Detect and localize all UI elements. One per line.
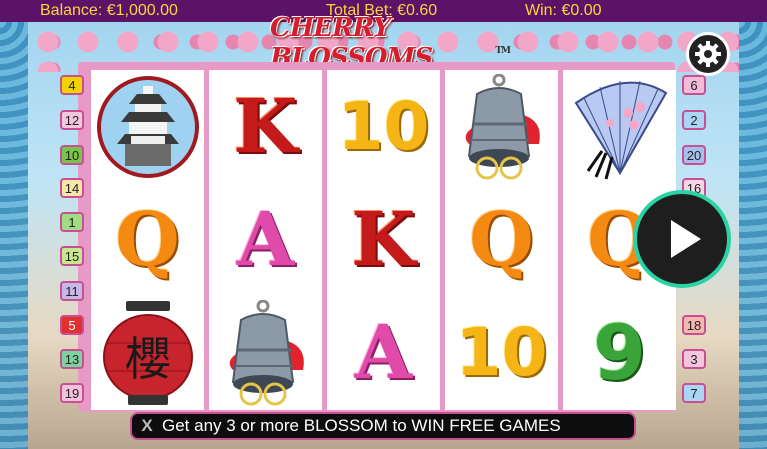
payline-badge[interactable]: 15 [60, 246, 84, 266]
bell-symbol [445, 70, 558, 183]
payline-badge[interactable]: 5 [60, 315, 84, 335]
payline-badge[interactable]: 20 [682, 145, 706, 165]
payline-badge[interactable]: 18 [682, 315, 706, 335]
symbol-a: A [354, 309, 413, 396]
fan-symbol [563, 70, 676, 183]
payline-badge[interactable]: 6 [682, 75, 706, 95]
reel-symbol: A [327, 296, 440, 409]
trademark-label: TM [495, 46, 511, 56]
payline-badge[interactable]: 12 [60, 110, 84, 130]
bell-icon [465, 73, 540, 179]
reel-symbol: Q [91, 183, 204, 296]
fan-icon [574, 80, 667, 179]
reel-symbol: Q [445, 183, 558, 296]
symbol-10: 10 [337, 87, 430, 165]
reel-1: Q 櫻 [91, 70, 204, 410]
symbol-q: Q [469, 196, 534, 283]
reel-symbol: A [209, 183, 322, 296]
symbol-k: K [233, 83, 298, 170]
play-icon [671, 220, 701, 258]
reel-symbol: 10 [445, 296, 558, 409]
payline-badge[interactable]: 14 [60, 178, 84, 198]
symbol-9: 9 [593, 307, 646, 397]
payline-badge[interactable]: 7 [682, 383, 706, 403]
lantern-symbol: 櫻 [91, 296, 204, 409]
payline-badge[interactable]: 19 [60, 383, 84, 403]
payline-badge[interactable]: 11 [60, 281, 84, 301]
info-message-bar: X Get any 3 or more BLOSSOM to WIN FREE … [130, 412, 636, 440]
win-label: Win: €0.00 [525, 2, 602, 19]
info-message-text: Get any 3 or more BLOSSOM to WIN FREE GA… [162, 416, 561, 435]
symbol-a: A [236, 196, 295, 283]
payline-badge[interactable]: 4 [60, 75, 84, 95]
castle-symbol [91, 70, 204, 183]
payline-badge[interactable]: 13 [60, 349, 84, 369]
castle-icon [96, 75, 199, 178]
spin-button[interactable] [633, 190, 731, 288]
close-message-button[interactable]: X [132, 416, 162, 436]
symbol-q: Q [115, 196, 180, 283]
payline-badge[interactable]: 2 [682, 110, 706, 130]
symbol-10: 10 [455, 313, 548, 391]
bell-symbol [209, 296, 322, 409]
reel-symbol: K [327, 183, 440, 296]
right-side-background [739, 22, 767, 449]
payline-badge[interactable]: 10 [60, 145, 84, 165]
gear-icon [695, 41, 721, 67]
left-side-background [0, 22, 28, 449]
symbol-k: K [351, 196, 416, 283]
reel-3: 10 K A [327, 70, 440, 410]
payline-badge[interactable]: 1 [60, 212, 84, 232]
reel-symbol: 10 [327, 70, 440, 183]
payline-badge[interactable]: 3 [682, 349, 706, 369]
lantern-icon: 櫻 [102, 300, 193, 405]
reel-symbol: K [209, 70, 322, 183]
lantern-character: 櫻 [125, 332, 171, 386]
reel-symbol: 9 [563, 296, 676, 409]
reel-4: Q 10 [445, 70, 558, 410]
bell-icon [229, 299, 304, 405]
game-logo: Cherry Blossoms TM [270, 13, 511, 73]
reel-2: K A [209, 70, 322, 410]
settings-button[interactable] [686, 32, 730, 76]
balance-label: Balance: €1,000.00 [40, 2, 178, 19]
